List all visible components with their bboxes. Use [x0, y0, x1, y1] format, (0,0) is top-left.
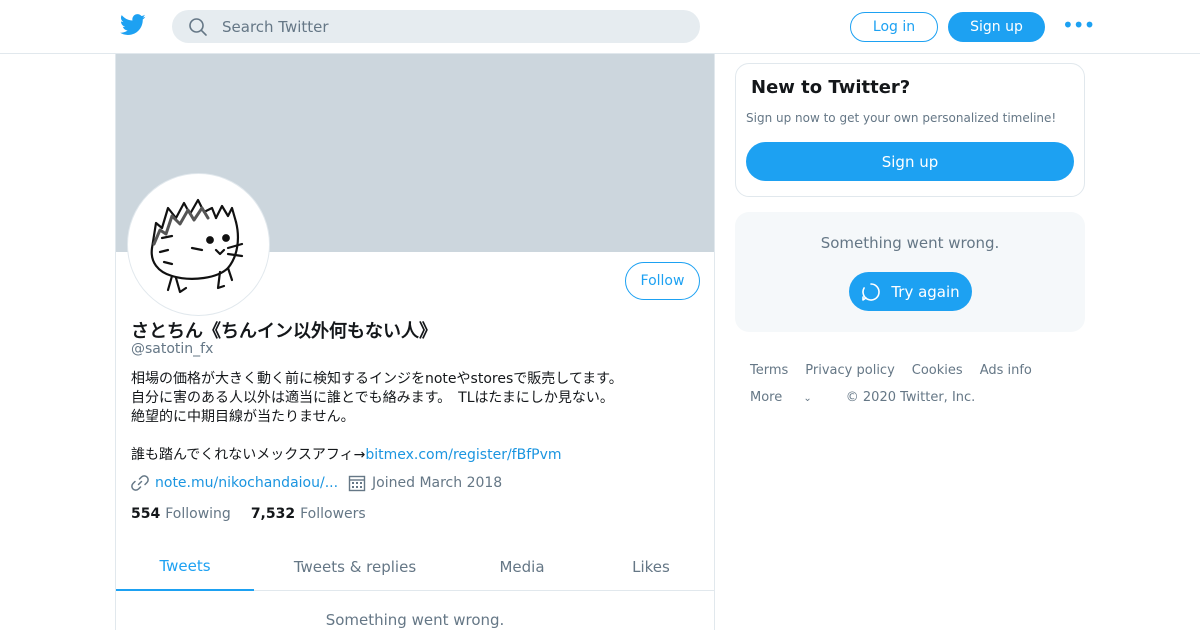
bio-link-prefix: 誰も踏んでくれないメックスアフィ→ — [131, 447, 366, 463]
bio-line: 自分に害のある人以外は適当に誰とでも絡みます。 TLはたまにしか見ない。 — [131, 390, 614, 406]
following-stat[interactable]: 554 Following — [131, 506, 231, 522]
footer-link-cookies[interactable]: Cookies — [912, 363, 963, 378]
more-options-icon[interactable]: ••• — [1062, 15, 1095, 36]
followers-stat[interactable]: 7,532 Followers — [251, 506, 366, 522]
profile-meta: note.mu/nikochandaiou/... Joined March 2… — [131, 474, 502, 492]
try-again-label: Try again — [891, 282, 960, 301]
profile-name: さとちん《ちんイン以外何もない人》 — [131, 321, 437, 342]
login-button[interactable]: Log in — [850, 12, 938, 42]
search-input[interactable] — [222, 10, 682, 43]
new-to-twitter-title: New to Twitter? — [751, 77, 911, 98]
joined-date: Joined March 2018 — [372, 475, 503, 491]
profile-bio: 相場の価格が大きく動く前に検知するインジをnoteやstoresで販売してます。… — [131, 370, 691, 465]
avatar[interactable] — [128, 174, 269, 315]
timeline-error-message: Something went wrong. — [325, 611, 505, 629]
tab-media[interactable]: Media — [456, 542, 588, 591]
tab-tweets-replies[interactable]: Tweets & replies — [254, 542, 456, 591]
profile-column: Follow さとちん《ちんイン以外何もない人》 @satotin_fx 相場の… — [115, 54, 715, 630]
calendar-icon — [348, 475, 366, 492]
signup-button[interactable]: Sign up — [948, 12, 1045, 42]
footer-link-terms[interactable]: Terms — [750, 363, 788, 378]
new-to-twitter-card: New to Twitter? Sign up now to get your … — [735, 63, 1085, 197]
followers-count: 7,532 — [250, 506, 296, 522]
tab-tweets[interactable]: Tweets — [116, 542, 254, 591]
sidebar-error-card: Something went wrong. Try again — [735, 212, 1085, 332]
new-to-twitter-text: Sign up now to get your own personalized… — [746, 111, 1057, 125]
footer-link-ads-info[interactable]: Ads info — [980, 363, 1032, 378]
footer-more-button[interactable]: More ⌄ — [750, 390, 829, 405]
link-icon — [131, 475, 149, 491]
profile-stats: 554 Following 7,532 Followers — [131, 506, 386, 522]
top-navigation-bar: Log in Sign up ••• — [0, 0, 1200, 54]
twitter-bird-icon[interactable] — [120, 14, 146, 36]
bio-line: 絶望的に中期目線が当たりません。 — [131, 409, 355, 425]
avatar-cat-drawing — [150, 198, 244, 294]
tab-likes[interactable]: Likes — [588, 542, 714, 591]
footer-more-label: More — [750, 390, 783, 405]
following-count: 554 — [131, 506, 161, 522]
footer-link-privacy[interactable]: Privacy policy — [805, 363, 894, 378]
followers-label: Followers — [300, 506, 366, 522]
try-again-button[interactable]: Try again — [849, 272, 972, 311]
profile-tabs: Tweets Tweets & replies Media Likes — [116, 542, 714, 591]
bio-link-line: 誰も踏んでくれないメックスアフィ→bitmex.com/register/fBf… — [131, 446, 691, 465]
footer: Terms Privacy policy Cookies Ads info Mo… — [750, 363, 1080, 417]
bio-referral-link[interactable]: bitmex.com/register/fBfPvm — [365, 447, 561, 463]
search-box[interactable] — [172, 10, 700, 43]
follow-button[interactable]: Follow — [625, 262, 700, 300]
search-icon — [189, 18, 207, 36]
website-link[interactable]: note.mu/nikochandaiou/... — [155, 475, 338, 491]
sidebar-signup-button[interactable]: Sign up — [746, 142, 1074, 181]
refresh-icon — [862, 282, 881, 301]
following-label: Following — [165, 506, 231, 522]
sidebar-error-message: Something went wrong. — [820, 234, 1000, 252]
bio-line: 相場の価格が大きく動く前に検知するインジをnoteやstoresで販売してます。 — [131, 371, 623, 387]
footer-copyright: © 2020 Twitter, Inc. — [845, 390, 976, 405]
chevron-down-icon: ⌄ — [803, 393, 812, 404]
profile-handle[interactable]: @satotin_fx — [131, 341, 213, 357]
